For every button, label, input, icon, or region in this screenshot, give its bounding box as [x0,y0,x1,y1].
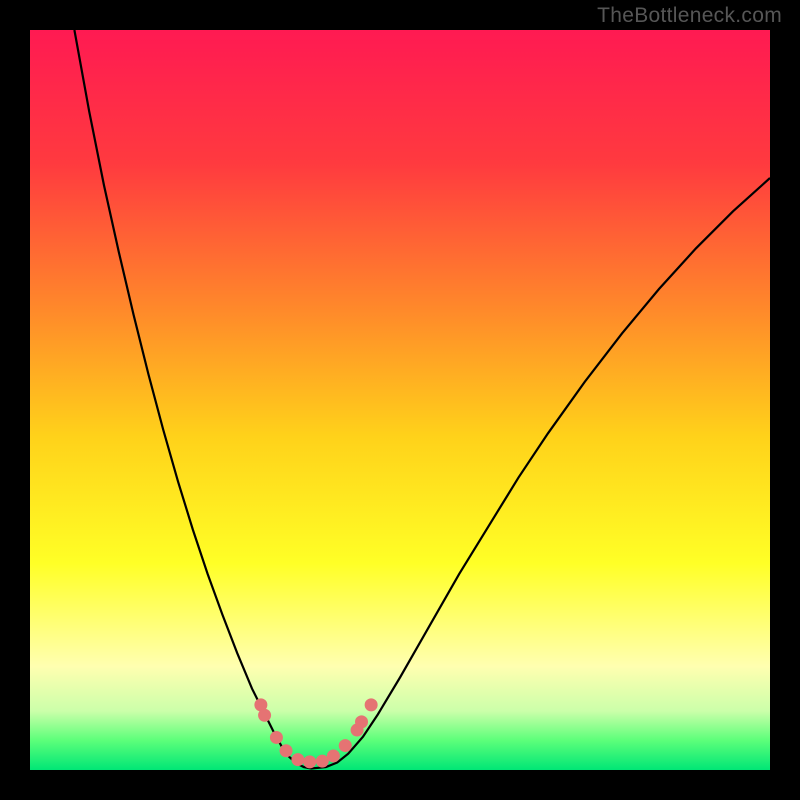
attribution-label: TheBottleneck.com [597,4,782,28]
chart-frame: TheBottleneck.com [0,0,800,800]
data-marker [355,715,368,728]
data-marker [316,755,329,768]
data-marker [270,731,283,744]
data-marker [365,698,378,711]
bottleneck-curve [74,30,770,769]
data-marker [258,709,271,722]
data-marker [280,744,293,757]
data-marker [291,753,304,766]
data-marker [339,739,352,752]
data-marker [327,749,340,762]
plot-area [30,30,770,770]
data-marker [303,755,316,768]
curve-layer [30,30,770,770]
data-markers [254,698,377,768]
